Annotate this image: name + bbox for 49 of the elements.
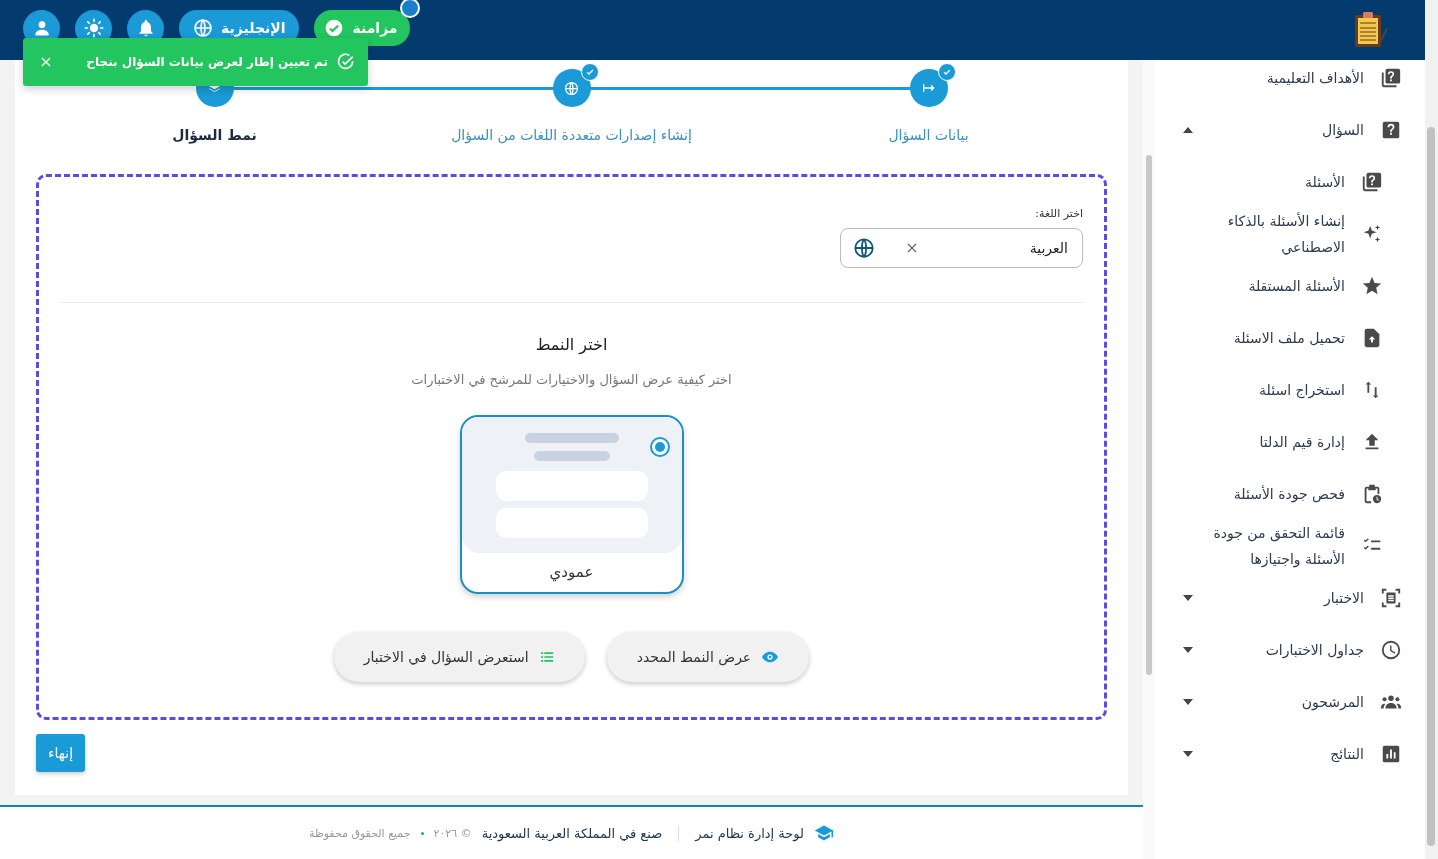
check-badge-icon bbox=[580, 63, 599, 81]
scrollbar[interactable] bbox=[1427, 127, 1435, 846]
chart-icon bbox=[1380, 743, 1402, 765]
clock-icon bbox=[1380, 639, 1402, 661]
sidebar-item[interactable]: إنشاء الأسئلة بالذكاء الاصطناعي bbox=[1155, 208, 1425, 260]
globe-icon bbox=[853, 237, 875, 259]
sidebar-item[interactable]: استخراج اسئلة bbox=[1155, 364, 1425, 416]
footer-text: صنع في المملكة العربية السعودية bbox=[481, 825, 663, 841]
book-icon bbox=[1361, 171, 1383, 193]
field-label: اختر اللغة: bbox=[1035, 207, 1083, 220]
graduation-cap-icon bbox=[814, 823, 834, 843]
sidebar-item[interactable]: إدارة قيم الدلتا bbox=[1155, 416, 1425, 468]
pattern-option-card[interactable]: عمودي bbox=[459, 415, 684, 594]
footer-brand: لوحة إدارة نظام نمر bbox=[695, 825, 804, 841]
book-icon bbox=[1380, 67, 1402, 89]
sidebar-item[interactable]: قائمة التحقق من جودة الأسئلة واجتيازها bbox=[1155, 520, 1425, 572]
sidebar-item[interactable]: فحص جودة الأسئلة bbox=[1155, 468, 1425, 520]
sidebar-item[interactable]: تحميل ملف الاسئلة bbox=[1155, 312, 1425, 364]
list-icon bbox=[538, 649, 555, 665]
stepper-step[interactable]: إنشاء إصدارات متعددة اللغات من السؤال bbox=[393, 60, 750, 174]
sidebar-item[interactable]: السؤال bbox=[1155, 104, 1425, 156]
check-circle-icon bbox=[324, 18, 345, 38]
question-icon bbox=[1380, 119, 1402, 141]
action-button[interactable]: استعرض السؤال في الاختبار bbox=[333, 632, 585, 682]
radio-button[interactable] bbox=[649, 437, 670, 457]
check-badge-icon bbox=[937, 63, 956, 81]
stepper-step[interactable]: بيانات السؤال bbox=[750, 60, 1107, 174]
sidebar-item[interactable]: جداول الاختبارات bbox=[1155, 624, 1425, 676]
copyright-text: © ٢٠٢٦ bbox=[433, 826, 472, 840]
sidebar-item[interactable]: المرشحون bbox=[1155, 676, 1425, 728]
clear-icon[interactable] bbox=[905, 241, 919, 255]
sidebar-item[interactable]: الأسئلة bbox=[1155, 156, 1425, 208]
globe-icon bbox=[564, 80, 579, 96]
sun-icon bbox=[83, 18, 104, 38]
star-icon bbox=[1361, 275, 1383, 297]
globe-icon bbox=[193, 18, 213, 38]
section-title: اختر النمط bbox=[535, 335, 608, 354]
rights-text: جميع الحقوق محفوظة bbox=[309, 826, 411, 840]
section-subtitle: اختر كيفية عرض السؤال والاختيارات للمرشح في الاختبارات bbox=[411, 372, 732, 387]
sidebar-item[interactable]: الأهداف التعليمية bbox=[1155, 60, 1425, 104]
language-select[interactable]: العربية bbox=[840, 228, 1083, 268]
scrollbar[interactable] bbox=[1146, 155, 1152, 675]
sidebar-item[interactable]: النتائج bbox=[1155, 728, 1425, 780]
action-button[interactable]: عرض النمط المحدد bbox=[606, 632, 810, 682]
sidebar-item[interactable]: الاختبار bbox=[1155, 572, 1425, 624]
sidebar-item[interactable]: الأسئلة المستقلة bbox=[1155, 260, 1425, 312]
toast-message: تم تعيين إطار لعرض بيانات السؤال بنجاح bbox=[85, 55, 328, 69]
exam-icon bbox=[1380, 587, 1402, 609]
check-circle-icon bbox=[336, 52, 356, 72]
